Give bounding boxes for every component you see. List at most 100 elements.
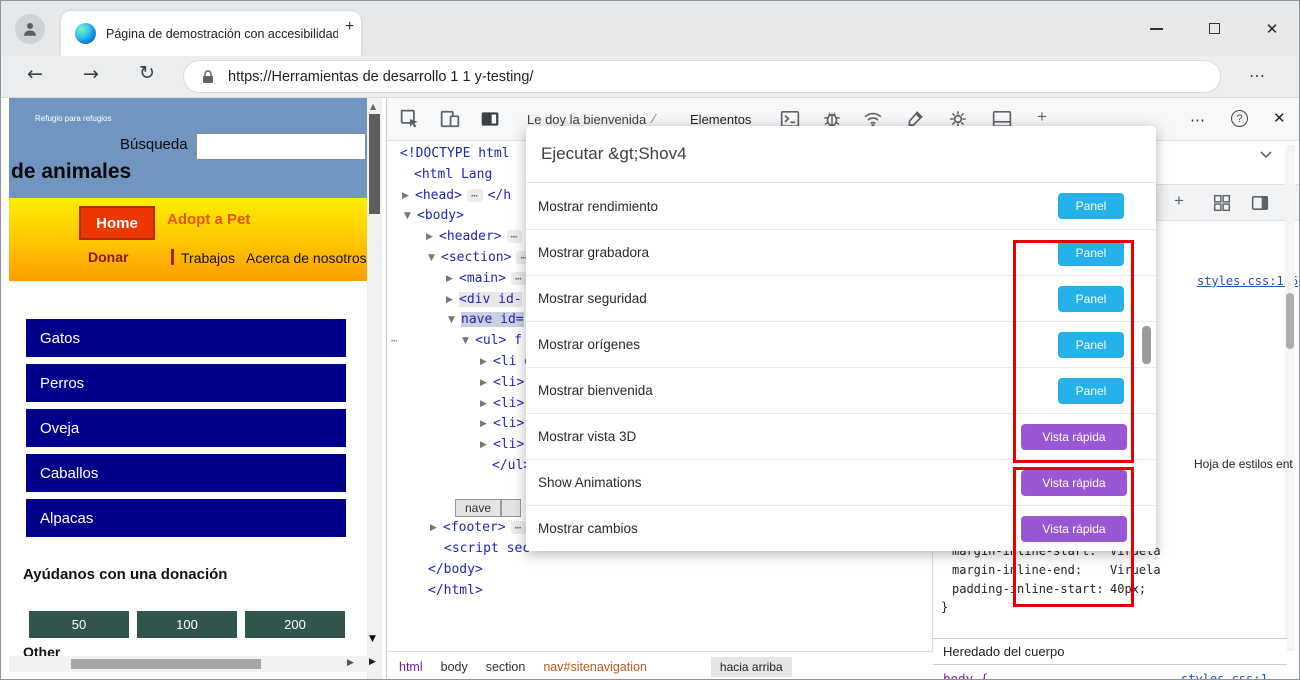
command-item[interactable]: Mostrar orígenes Panel	[526, 321, 1156, 367]
scroll-down-icon[interactable]: ▼	[369, 634, 376, 644]
command-item[interactable]: Show Animations Vista rápida	[526, 459, 1156, 505]
styles-scroll-thumb[interactable]	[1286, 293, 1294, 349]
css-property-row[interactable]: margin-inline-end: Viruela	[939, 561, 1161, 580]
command-item[interactable]: Mostrar cambios Vista rápida	[526, 505, 1156, 551]
inline-dots-icon[interactable]: ⋯	[510, 521, 527, 535]
forward-button[interactable]: →	[83, 63, 99, 85]
close-window-button[interactable]: ✕	[1255, 1, 1289, 56]
expand-arrow-icon[interactable]: ▼	[404, 206, 417, 227]
expand-arrow-icon[interactable]: ▶	[480, 394, 493, 415]
command-input[interactable]: Ejecutar &gt;Shov4	[526, 126, 1156, 183]
css-property-value: Viruela	[1110, 563, 1161, 577]
breadcrumb-item[interactable]: section	[486, 660, 526, 674]
donation-button[interactable]: 100	[137, 611, 237, 638]
webpage-viewport: Refugio para refugios Búsqueda de animal…	[9, 98, 367, 679]
breadcrumb-item[interactable]: body	[441, 660, 468, 674]
help-icon[interactable]: ?	[1231, 110, 1248, 127]
browser-tab[interactable]: Página de demostración con accesibilidad…	[61, 11, 361, 56]
vscroll-thumb[interactable]	[369, 114, 380, 214]
category-button[interactable]: Perros	[26, 364, 346, 402]
devtools-close-icon[interactable]: ✕	[1273, 109, 1286, 127]
command-badge: Panel	[1058, 239, 1124, 266]
body-selector: body {	[943, 671, 989, 680]
command-item[interactable]: Mostrar bienvenida Panel	[526, 367, 1156, 413]
vertical-scrollbar[interactable]: ▲ ▼ ▶	[367, 98, 382, 679]
donation-button[interactable]: 50	[29, 611, 129, 638]
expand-arrow-icon[interactable]: ▶	[480, 435, 493, 456]
expand-arrow-icon[interactable]: ▶	[426, 227, 439, 248]
inline-dots-icon[interactable]: ⋯	[506, 230, 523, 244]
body-stylesheet-link[interactable]: styles.css:1	[1181, 672, 1268, 679]
profile-avatar[interactable]	[15, 14, 45, 44]
horizontal-scrollbar[interactable]: ▶	[9, 656, 367, 672]
scroll-right-icon[interactable]: ▶	[347, 658, 354, 668]
category-button[interactable]: Gatos	[26, 319, 346, 357]
inline-dots-icon[interactable]: ⋯	[466, 188, 483, 202]
back-button[interactable]: ←	[27, 63, 43, 85]
dom-tree-line[interactable]: </html>	[387, 581, 932, 602]
chevron-down-icon[interactable]	[1258, 147, 1274, 163]
category-button[interactable]: Alpacas	[26, 499, 346, 537]
site-title: de animales	[11, 160, 132, 183]
browser-menu-button[interactable]: ⋯	[1249, 66, 1266, 86]
donation-amounts: 50 100 200	[29, 611, 345, 638]
category-button[interactable]: Oveja	[26, 409, 346, 447]
gutter-dots-icon[interactable]: ⋯	[391, 331, 398, 352]
command-item[interactable]: Mostrar vista 3D Vista rápida	[526, 413, 1156, 459]
maximize-button[interactable]	[1197, 1, 1231, 56]
scroll-up-icon[interactable]: ▲	[370, 102, 376, 111]
address-bar[interactable]: https://Herramientas de desarrollo 1 1 y…	[183, 60, 1221, 93]
breadcrumb-item[interactable]: nav#sitenavigation	[543, 660, 647, 674]
palette-scroll-thumb[interactable]	[1142, 326, 1151, 364]
device-toolbar-icon[interactable]	[440, 109, 460, 129]
inspect-element-icon[interactable]	[400, 109, 420, 129]
tab-welcome[interactable]: Le doy la bienvenida	[527, 112, 646, 127]
expand-arrow-icon[interactable]: ▶	[480, 373, 493, 394]
minimize-button[interactable]	[1139, 1, 1173, 56]
devtools-menu-icon[interactable]: ⋯	[1190, 111, 1206, 129]
new-tab-button[interactable]: +	[345, 18, 354, 36]
category-button[interactable]: Caballos	[26, 454, 346, 492]
expand-arrow-icon[interactable]: ▼	[428, 248, 441, 269]
dock-right-icon[interactable]	[1251, 194, 1269, 212]
add-tab-icon[interactable]: +	[1037, 107, 1047, 127]
dom-tree-line[interactable]: </body>	[387, 560, 932, 581]
page-nav: Home Adopt a Pet Donar Trabajos Acerca d…	[9, 198, 367, 281]
inline-dots-icon[interactable]: ⋯	[510, 271, 527, 285]
grid-icon[interactable]	[1213, 194, 1231, 212]
url-text: https://Herramientas de desarrollo 1 1 y…	[228, 68, 534, 85]
command-item[interactable]: Mostrar seguridad Panel	[526, 275, 1156, 321]
about-link[interactable]: Acerca de nosotros	[246, 250, 367, 266]
expand-arrow-icon[interactable]: ▼	[462, 331, 475, 352]
scroll-hint-chip[interactable]: hacia arriba	[710, 656, 792, 677]
donation-button[interactable]: 200	[245, 611, 345, 638]
expand-arrow-icon[interactable]: ▶	[430, 518, 443, 539]
search-input[interactable]	[196, 133, 366, 160]
expand-arrow-icon[interactable]: ▶	[480, 414, 493, 435]
dock-side-icon[interactable]	[480, 109, 500, 129]
expand-arrow-icon[interactable]: ▶	[446, 269, 459, 290]
new-style-rule-icon[interactable]: +	[1174, 191, 1184, 211]
expand-arrow-icon[interactable]: ▶	[446, 290, 459, 311]
body-rule-row: body { styles.css:1	[933, 671, 1287, 680]
jobs-link[interactable]: Trabajos	[181, 250, 235, 266]
tab-elements[interactable]: Elementos	[690, 112, 751, 127]
command-label: Show Animations	[538, 475, 642, 490]
home-link[interactable]: Home	[79, 206, 155, 240]
command-item[interactable]: Mostrar grabadora Panel	[526, 229, 1156, 275]
command-label: Mostrar orígenes	[538, 337, 641, 352]
hscroll-thumb[interactable]	[71, 659, 261, 669]
command-label: Mostrar cambios	[538, 521, 638, 536]
expand-arrow-icon[interactable]: ▼	[448, 310, 461, 331]
css-property-row[interactable]: padding-inline-start: 40px;	[939, 580, 1161, 599]
expand-arrow-icon[interactable]: ▶	[480, 352, 493, 373]
refresh-button[interactable]: ↻	[139, 62, 155, 84]
donate-link[interactable]: Donar	[88, 249, 128, 265]
expand-arrow-icon[interactable]: ▶	[402, 186, 415, 207]
adopt-link[interactable]: Adopt a Pet	[167, 211, 250, 228]
command-item[interactable]: Mostrar rendimiento Panel	[526, 183, 1156, 229]
stylesheet-link[interactable]: styles.css:156	[1197, 274, 1298, 288]
styles-scrollbar[interactable]	[1285, 145, 1295, 651]
css-close-brace: }	[941, 600, 949, 614]
breadcrumb-item[interactable]: html	[399, 660, 423, 674]
